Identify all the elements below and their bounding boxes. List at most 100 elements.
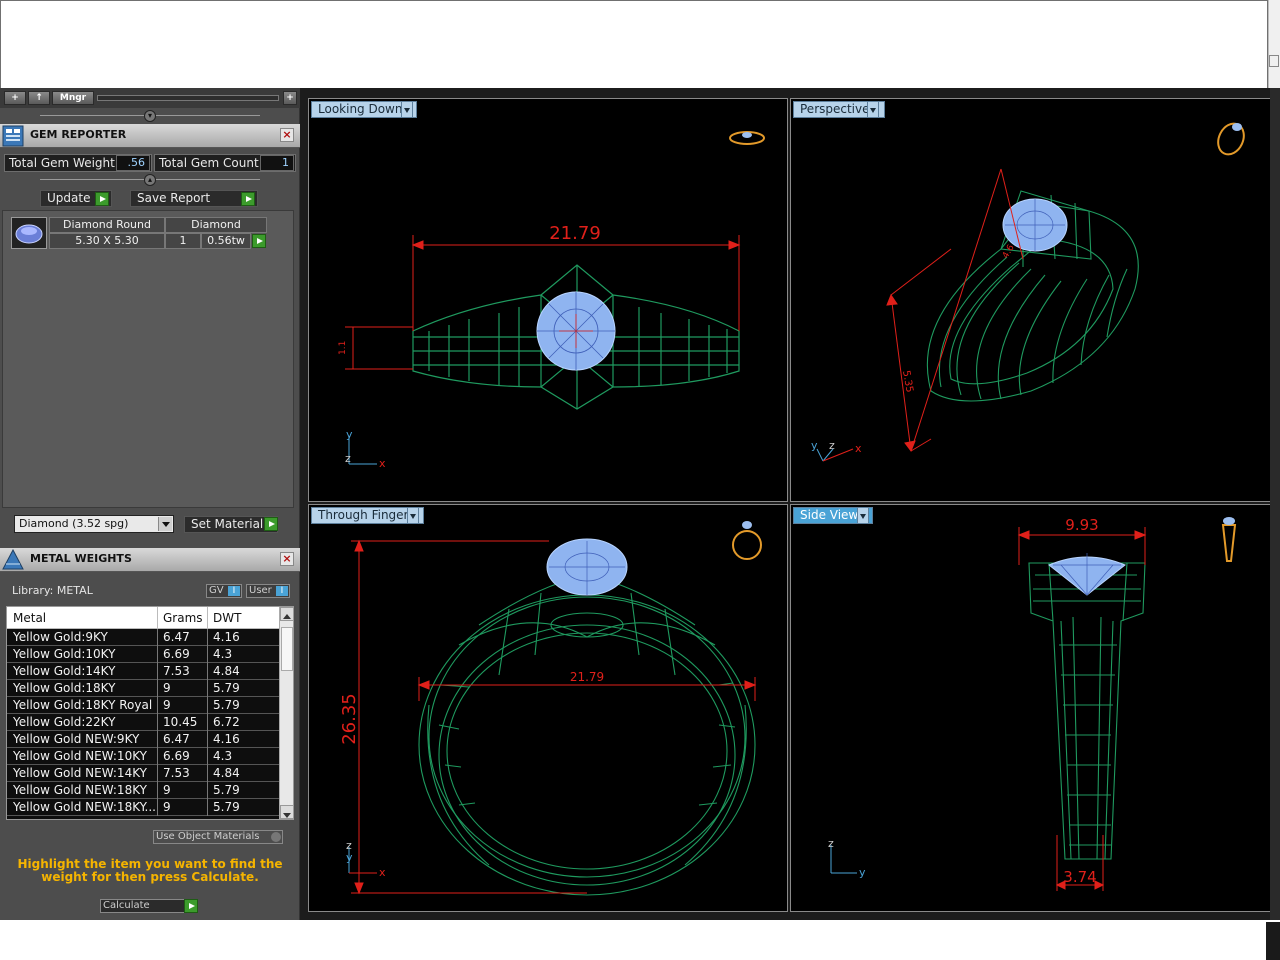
gem-thumbnail[interactable] xyxy=(11,217,47,249)
table-row[interactable]: Yellow Gold:14KY 7.53 4.84 xyxy=(7,663,279,680)
set-material-label: Set Material xyxy=(191,517,264,531)
col-metal[interactable]: Metal xyxy=(13,611,46,625)
looking-down-width: 21.79 xyxy=(549,223,601,244)
table-cell: 9 xyxy=(163,800,171,814)
add-button[interactable]: + xyxy=(4,91,26,105)
table-cell: 4.16 xyxy=(213,630,240,644)
splitter-knob-icon[interactable]: ▾ xyxy=(144,110,156,122)
gem-reporter-close-icon[interactable]: × xyxy=(280,128,294,142)
calculate-hint: Highlight the item you want to find the … xyxy=(17,857,283,884)
chevron-down-icon[interactable] xyxy=(867,101,879,118)
axis-z-label: z xyxy=(829,439,835,452)
panel-splitter[interactable]: ▾ xyxy=(40,110,260,122)
table-row[interactable]: Yellow Gold NEW:18KY... 9 5.79 xyxy=(7,799,279,816)
table-row[interactable]: Yellow Gold NEW:9KY 6.47 4.16 xyxy=(7,731,279,748)
table-cell: 10.45 xyxy=(163,715,198,729)
gv-indicator: I xyxy=(228,586,240,596)
gem-material[interactable]: Diamond xyxy=(165,217,267,233)
gem-name[interactable]: Diamond Round xyxy=(49,217,165,233)
ring-thumbnail-icon xyxy=(1217,122,1245,156)
gem-weight[interactable]: 0.56tw xyxy=(201,233,251,249)
viewport-side-view[interactable]: 9.93 3.74 z y Side View xyxy=(790,504,1272,912)
splitter-knob-icon[interactable]: ▴ xyxy=(144,174,156,186)
axis-z-label: z xyxy=(828,837,834,850)
table-row[interactable]: Yellow Gold:9KY 6.47 4.16 xyxy=(7,629,279,646)
table-cell: 6.69 xyxy=(163,647,190,661)
table-row[interactable]: Yellow Gold:18KY Royal 9 5.79 xyxy=(7,697,279,714)
table-cell: 9 xyxy=(163,783,171,797)
axis-y-label: y xyxy=(346,851,353,864)
table-cell: 4.16 xyxy=(213,732,240,746)
set-material-go-icon[interactable] xyxy=(264,517,278,531)
restore-icon[interactable] xyxy=(1269,55,1279,67)
scroll-up-icon[interactable] xyxy=(280,607,293,621)
user-label: User xyxy=(249,585,272,596)
metal-table: Metal Grams DWT Yellow Gold:9KY 6.47 4.16 Y… xyxy=(6,606,294,820)
perspective-dim-1: 5.35 xyxy=(900,370,915,394)
scroll-down-icon[interactable] xyxy=(280,805,293,819)
viewport-looking-down[interactable]: 21.79 1.1 y z x Looking Down xyxy=(308,98,788,502)
table-cell: 7.53 xyxy=(163,766,190,780)
table-row-partial[interactable] xyxy=(7,816,279,819)
viewport-perspective[interactable]: 5.35 4.6 y z x Perspective xyxy=(790,98,1272,502)
update-label: Update xyxy=(47,191,91,205)
axis-x-label: x xyxy=(379,866,386,879)
up-button[interactable]: ↑ xyxy=(28,91,50,105)
gem-list: Diamond Round Diamond 5.30 X 5.30 1 0.56… xyxy=(2,210,294,508)
table-row[interactable]: Yellow Gold:18KY 9 5.79 xyxy=(7,680,279,697)
user-toggle[interactable]: User I xyxy=(246,584,290,598)
calculate-go-icon[interactable] xyxy=(184,899,198,913)
looking-down-side-dim: 1.1 xyxy=(338,341,348,355)
metal-table-scrollbar[interactable] xyxy=(279,607,293,819)
table-cell: 4.3 xyxy=(213,647,233,661)
ring-thumbnail-icon xyxy=(1221,517,1237,562)
col-dwt[interactable]: DWT xyxy=(213,611,241,625)
material-select[interactable]: Diamond (3.52 spg) xyxy=(14,515,174,533)
table-row[interactable]: Yellow Gold NEW:18KY 9 5.79 xyxy=(7,782,279,799)
save-report-button[interactable]: Save Report xyxy=(130,190,258,207)
material-select-value: Diamond (3.52 spg) xyxy=(19,517,129,530)
total-gem-weight-value: .56 xyxy=(116,155,150,171)
save-report-label: Save Report xyxy=(137,191,211,205)
metal-weights-close-icon[interactable]: × xyxy=(280,552,294,566)
top-banner xyxy=(0,0,1268,96)
table-cell: 9 xyxy=(163,698,171,712)
table-cell: 9 xyxy=(163,681,171,695)
axis-z-label: z xyxy=(345,452,351,465)
table-cell: Yellow Gold:22KY xyxy=(13,715,116,729)
chevron-down-icon[interactable] xyxy=(401,101,413,118)
toolbar-slider[interactable] xyxy=(97,95,279,101)
manager-button[interactable]: Mngr xyxy=(52,91,94,105)
gem-reporter-icon xyxy=(2,125,24,147)
scroll-thumb[interactable] xyxy=(281,627,293,671)
use-object-materials-label: Use Object Materials xyxy=(156,831,260,842)
chevron-down-icon[interactable] xyxy=(407,507,419,524)
table-cell: Yellow Gold:10KY xyxy=(13,647,116,661)
table-cell: 4.84 xyxy=(213,766,240,780)
viewport-through-finger[interactable]: 26.35 21.79 z y x Through Finger xyxy=(308,504,788,912)
gv-toggle[interactable]: GV I xyxy=(206,584,242,598)
table-row[interactable]: Yellow Gold:22KY 10.45 6.72 xyxy=(7,714,279,731)
gem-row-go-icon[interactable] xyxy=(252,234,266,248)
gem-size[interactable]: 5.30 X 5.30 xyxy=(49,233,165,249)
table-cell: 6.47 xyxy=(163,630,190,644)
add-panel-button[interactable]: + xyxy=(283,91,297,105)
use-object-materials-toggle[interactable]: Use Object Materials xyxy=(153,830,283,844)
table-cell: 6.69 xyxy=(163,749,190,763)
gem-reporter-title: GEM REPORTER xyxy=(30,128,127,141)
table-row[interactable]: Yellow Gold NEW:10KY 6.69 4.3 xyxy=(7,748,279,765)
update-go-icon[interactable] xyxy=(95,192,109,206)
col-grams[interactable]: Grams xyxy=(163,611,203,625)
table-cell: 6.47 xyxy=(163,732,190,746)
window-edge xyxy=(1268,0,1280,96)
radio-icon xyxy=(271,832,281,842)
panel-splitter-2[interactable]: ▴ xyxy=(40,174,260,186)
table-row[interactable]: Yellow Gold:10KY 6.69 4.3 xyxy=(7,646,279,663)
chevron-down-icon[interactable] xyxy=(857,507,869,524)
table-row[interactable]: Yellow Gold NEW:14KY 7.53 4.84 xyxy=(7,765,279,782)
chevron-down-icon[interactable] xyxy=(158,517,172,531)
metal-table-header: Metal Grams DWT xyxy=(7,607,279,629)
save-report-go-icon[interactable] xyxy=(241,192,255,206)
library-label: Library: METAL xyxy=(12,584,93,597)
gem-count[interactable]: 1 xyxy=(165,233,201,249)
